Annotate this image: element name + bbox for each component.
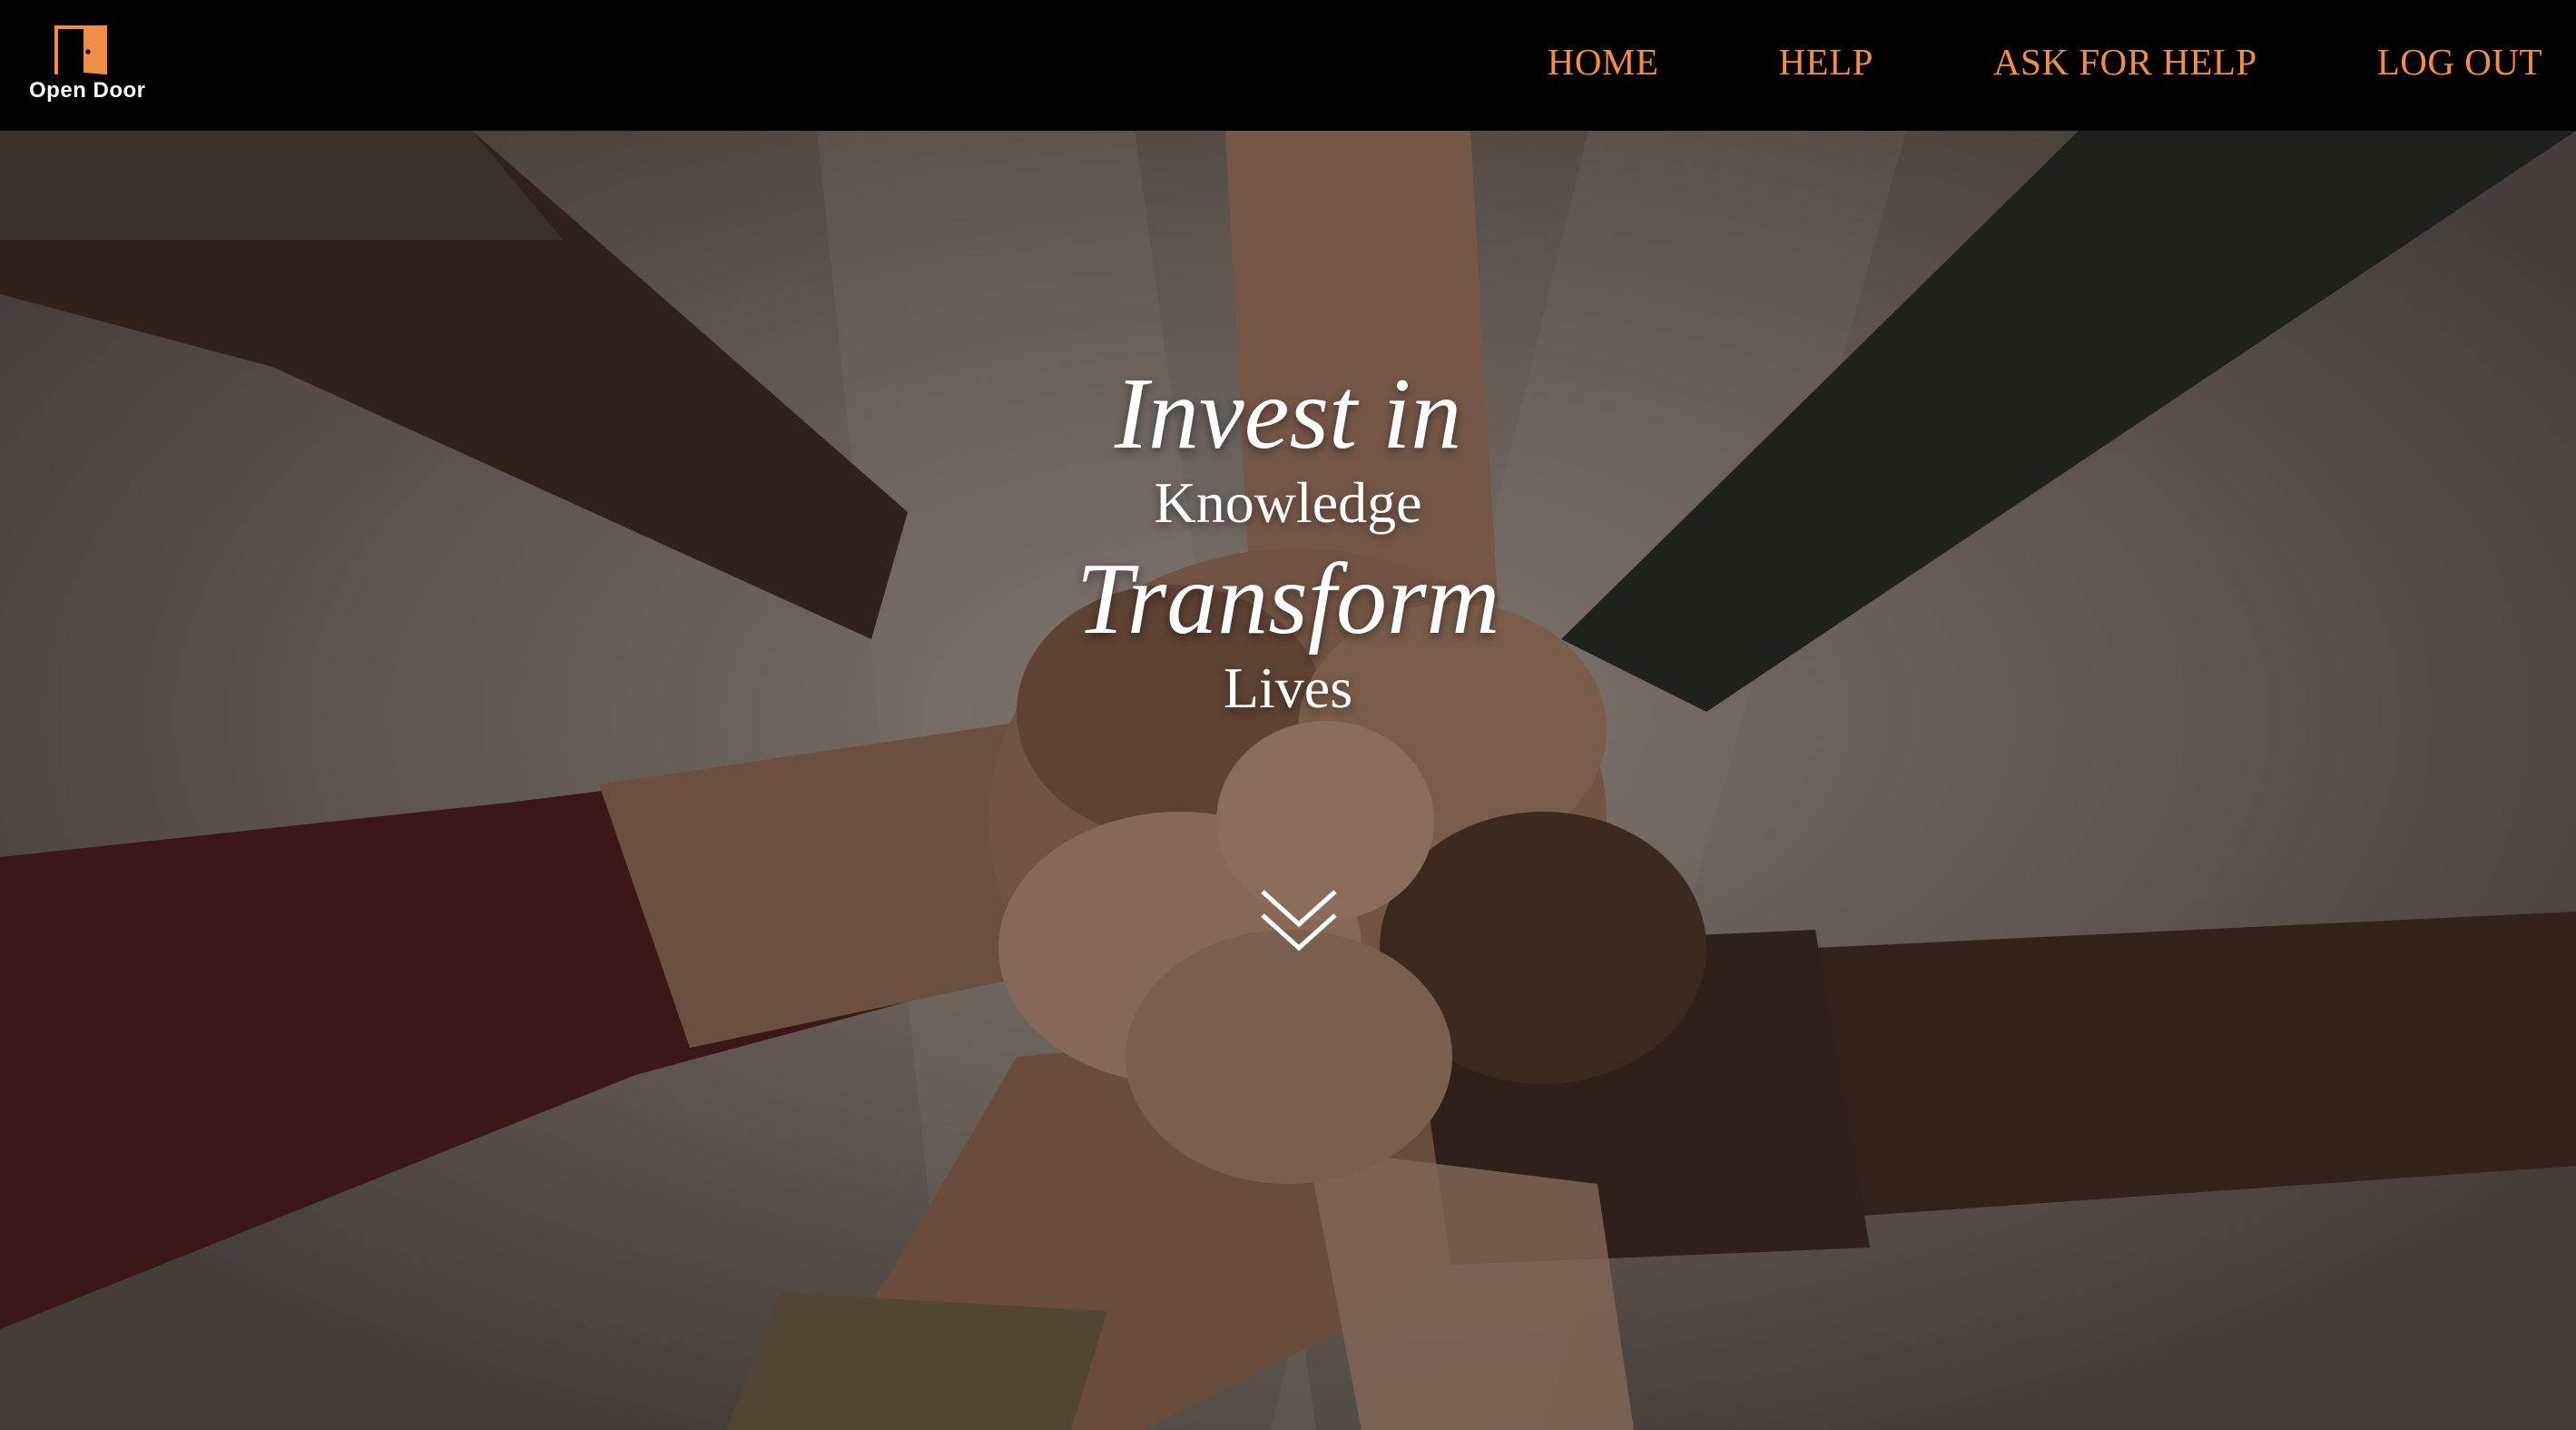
tagline-lives: Lives bbox=[1223, 656, 1353, 720]
nav-home-link[interactable]: HOME bbox=[1548, 40, 1659, 84]
nav-log-out-link[interactable]: LOG OUT bbox=[2377, 40, 2542, 84]
hero-section: Invest in Knowledge Transform Lives bbox=[0, 131, 2576, 1430]
tagline-invest-in: Invest in bbox=[1114, 358, 1462, 470]
logo-link[interactable]: Open Door bbox=[29, 24, 147, 107]
main-nav: HOME HELP ASK FOR HELP LOG OUT bbox=[1548, 40, 2542, 84]
tagline-transform: Transform bbox=[1076, 543, 1500, 656]
nav-help-link[interactable]: HELP bbox=[1778, 40, 1873, 84]
open-door-icon bbox=[54, 25, 107, 74]
tagline-knowledge: Knowledge bbox=[1154, 470, 1422, 535]
nav-ask-for-help-link[interactable]: ASK FOR HELP bbox=[1993, 40, 2257, 84]
double-chevron-down-icon[interactable] bbox=[1258, 884, 1340, 957]
logo-text: Open Door bbox=[29, 78, 146, 103]
site-header: Open Door HOME HELP ASK FOR HELP LOG OUT bbox=[0, 0, 2576, 131]
hero-dark-overlay bbox=[0, 131, 2576, 1430]
